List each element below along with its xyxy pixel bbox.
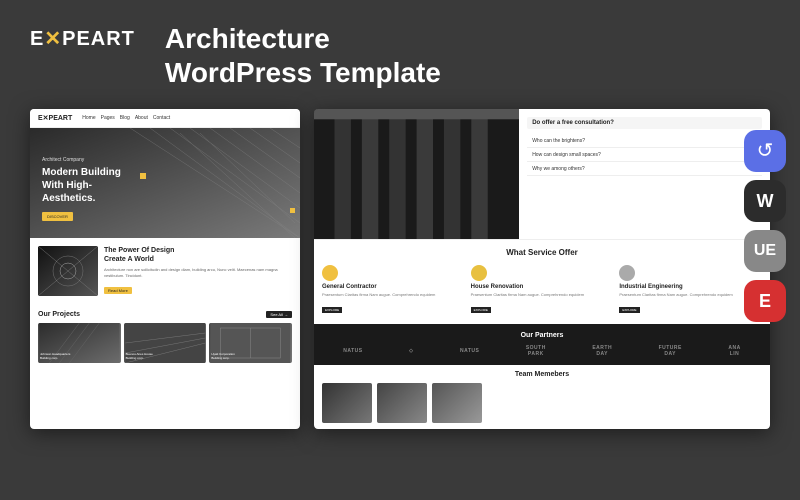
partners-section: Our Partners NATUS ◇ NATUS SOUTHPARK EAR… [314,324,770,365]
read-more-btn[interactable]: Read More [104,287,132,294]
faq-question-3: Why we among others? [532,166,585,172]
hero-small-text: Architect Company [42,157,121,163]
right-preview-card: Do offer a free consultation? Who can th… [314,109,770,429]
right-hero-image [314,109,519,239]
section-body: Architecture non are sollicitudin and de… [104,267,292,278]
projects-header: Our Projects See All → [38,311,292,318]
faq-question-1: Who can the brightens? [532,138,585,144]
services-title: What Service Offer [322,248,762,257]
projects-section: Our Projects See All → Johnson Headquart… [30,305,300,369]
logo-text: E✕PEART [30,26,135,51]
header: E✕PEART Architecture WordPress Template [0,0,800,109]
ue-icon-btn[interactable]: UE [744,230,786,272]
design-section: The Power Of DesignCreate A World Archit… [30,238,300,304]
hero-content: Architect Company Modern BuildingWith Hi… [42,157,121,223]
service-general-contractor: General Contractor Praesentum Claritas f… [322,265,465,316]
partner-7: ANALIN [728,345,740,357]
nav-blog: Blog [120,115,130,121]
project-item-2: Buenos Aires HouseBuilding corp. [124,323,207,363]
section-text: The Power Of DesignCreate A World Archit… [104,246,292,296]
partner-2: ◇ [409,348,413,354]
project-item-3: Hyatt CorporationBuilding corp. [209,323,292,363]
main-title: Architecture [165,22,441,56]
preview-hero: Architect Company Modern BuildingWith Hi… [30,128,300,238]
left-preview-card: E✕PEART Home Pages Blog About Contact [30,109,300,429]
service-house-renovation: House Renovation Praesentum Claritas fir… [471,265,614,316]
partner-4: SOUTHPARK [526,345,546,357]
service-name-2: House Renovation [471,284,614,290]
faq-item-3[interactable]: Why we among others? + [527,162,762,176]
logo-x: ✕ [44,28,62,50]
team-photo-2 [377,383,427,423]
project-item-1: Johnson HeadquartersBuilding corp. [38,323,121,363]
title-block: Architecture WordPress Template [165,22,441,89]
faq-question-2: How can design small spaces? [532,152,601,158]
icons-panel: ↺ W UE E [744,130,786,322]
partners-title: Our Partners [322,332,762,339]
house-renovation-icon [471,265,487,281]
industrial-engineering-icon [619,265,635,281]
hero-big-text: Modern BuildingWith High-Aesthetics. [42,166,121,205]
service-name-1: General Contractor [322,284,465,290]
general-contractor-icon [322,265,338,281]
project-label-1: Johnson HeadquartersBuilding corp. [40,353,70,360]
partners-logos: NATUS ◇ NATUS SOUTHPARK EARTHDAY FUTURED… [322,345,762,357]
service-btn-2[interactable]: EXPLORE [471,307,491,313]
team-photo-1 [322,383,372,423]
wordpress-icon-btn[interactable]: W [744,180,786,222]
preview-nav-items: Home Pages Blog About Contact [82,115,170,121]
partner-5: EARTHDAY [592,345,612,357]
team-photos [322,383,762,423]
service-industrial-engineering: Industrial Engineering Praesentum Clarit… [619,265,762,316]
partner-6: FUTUREDAY [659,345,682,357]
projects-title: Our Projects [38,311,80,318]
projects-see-all[interactable]: See All → [266,311,292,318]
preview-logo: E✕PEART [38,114,72,122]
team-section: Team Memebers [314,365,770,429]
team-title: Team Memebers [322,371,762,378]
right-top: Do offer a free consultation? Who can th… [314,109,770,239]
project-label-2: Buenos Aires HouseBuilding corp. [126,353,153,360]
elementor-icon-btn[interactable]: E [744,280,786,322]
refresh-icon-btn[interactable]: ↺ [744,130,786,172]
sub-title: WordPress Template [165,56,441,90]
faq-item-2[interactable]: How can design small spaces? + [527,148,762,162]
service-desc-2: Praesentum Claritas firma Nam augue. Com… [471,292,614,298]
service-name-3: Industrial Engineering [619,284,762,290]
partner-1: NATUS [343,348,362,354]
team-photo-3 [432,383,482,423]
services-grid: General Contractor Praesentum Claritas f… [322,265,762,316]
section-image [38,246,98,296]
nav-home: Home [82,115,95,121]
nav-about: About [135,115,148,121]
service-btn-3[interactable]: EXPLORE [619,307,639,313]
preview-nav: E✕PEART Home Pages Blog About Contact [30,109,300,128]
service-desc-1: Praesentum Claritas firma Nam augue. Com… [322,292,465,298]
content-area: E✕PEART Home Pages Blog About Contact [0,109,800,429]
nav-contact: Contact [153,115,170,121]
faq-item-1[interactable]: Who can the brightens? + [527,134,762,148]
right-faq: Do offer a free consultation? Who can th… [519,109,770,239]
project-label-3: Hyatt CorporationBuilding corp. [211,353,235,360]
nav-pages: Pages [101,115,115,121]
logo: E✕PEART [30,26,135,51]
partner-3: NATUS [460,348,479,354]
faq-header: Do offer a free consultation? [527,117,762,129]
service-desc-3: Praesentum Claritas firma Nam augue. Com… [619,292,762,298]
service-btn-1[interactable]: EXPLORE [322,307,342,313]
section-title: The Power Of DesignCreate A World [104,246,292,264]
projects-grid: Johnson HeadquartersBuilding corp. Bueno… [38,323,292,363]
services-section: What Service Offer General Contractor Pr… [314,239,770,324]
hero-discover-btn[interactable]: DISCOVER [42,212,73,221]
